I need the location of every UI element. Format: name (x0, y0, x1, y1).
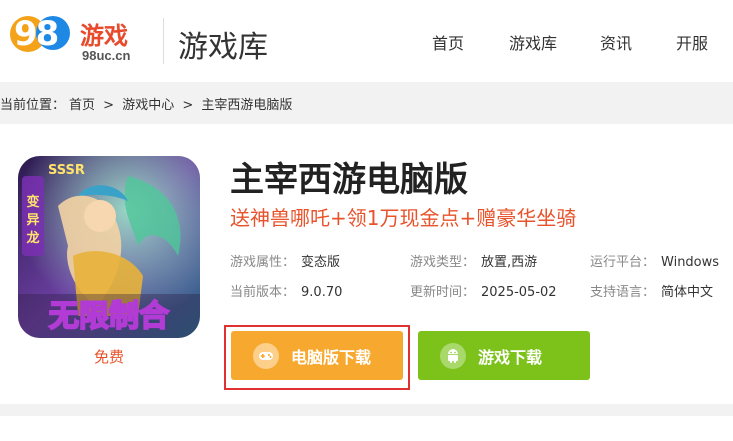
game-download-label: 游戏下载 (478, 347, 543, 367)
pc-download-button[interactable]: 电脑版下载 (231, 331, 403, 380)
logo-domain: 98uc.cn (82, 48, 131, 63)
breadcrumb-separator: > (103, 98, 115, 113)
site-logo[interactable]: 98 游戏 98uc.cn (10, 10, 145, 70)
info-updated: 更新时间： 2025-05-02 (410, 281, 557, 300)
svg-text:异: 异 (26, 213, 39, 228)
site-title[interactable]: 游戏库 (178, 22, 268, 66)
logo-name: 游戏 (80, 22, 128, 50)
header-divider (163, 18, 164, 64)
next-section (0, 416, 733, 441)
nav-item-home[interactable]: 首页 (432, 30, 464, 54)
pc-download-label: 电脑版下载 (291, 347, 372, 367)
info-version-value: 9.0.70 (301, 285, 343, 300)
logo-number: 98 (14, 14, 59, 54)
breadcrumb: 当前位置： 首页 > 游戏中心 > 主宰西游电脑版 (0, 94, 292, 113)
android-icon (440, 342, 466, 369)
nav-item-server[interactable]: 开服 (676, 30, 708, 54)
breadcrumb-item-game-center[interactable]: 游戏中心 (122, 98, 174, 113)
game-title: 主宰西游电脑版 (230, 160, 468, 200)
info-attribute: 游戏属性： 变态版 (230, 251, 340, 270)
breadcrumb-item-current[interactable]: 主宰西游电脑版 (201, 98, 292, 113)
cover-text: 无限制合 (49, 299, 169, 334)
breadcrumb-separator: > (182, 98, 194, 113)
breadcrumb-prefix: 当前位置： (0, 98, 66, 113)
info-attribute-value: 变态版 (301, 255, 341, 270)
info-platform: 运行平台： Windows (590, 251, 719, 270)
game-download-button[interactable]: 游戏下载 (418, 331, 590, 380)
nav-item-news[interactable]: 资讯 (600, 30, 632, 54)
breadcrumb-item-home[interactable]: 首页 (69, 98, 95, 113)
info-language: 支持语言： 简体中文 (590, 281, 713, 300)
info-language-value: 简体中文 (661, 285, 714, 300)
info-platform-key: 运行平台： (590, 255, 656, 270)
info-type-key: 游戏类型： (410, 255, 476, 270)
nav-item-game-library[interactable]: 游戏库 (509, 30, 557, 54)
game-detail-card: 变 异 龙 SSSR 无限制合 免费 主宰西游电脑版 送神兽哪吒+领1万现金点+… (0, 124, 733, 404)
info-type: 游戏类型： 放置,西游 (410, 251, 537, 270)
game-cover-art: 变 异 龙 SSSR 无限制合 (18, 156, 200, 338)
gamepad-icon (253, 342, 279, 369)
svg-text:龙: 龙 (26, 230, 39, 246)
info-language-key: 支持语言： (590, 285, 656, 300)
info-updated-key: 更新时间： (410, 285, 476, 300)
info-version-key: 当前版本： (230, 285, 296, 300)
info-updated-value: 2025-05-02 (481, 285, 557, 300)
site-header: 98 游戏 98uc.cn 游戏库 首页 游戏库 资讯 开服 (0, 0, 733, 82)
info-version: 当前版本： 9.0.70 (230, 281, 342, 300)
game-cover-icon[interactable]: 变 异 龙 SSSR 无限制合 (18, 156, 200, 338)
svg-text:变: 变 (26, 194, 39, 210)
svg-text:SSSR: SSSR (48, 163, 85, 178)
info-type-value: 放置,西游 (481, 255, 538, 270)
info-platform-value: Windows (661, 255, 720, 270)
price-label: 免费 (94, 348, 125, 366)
game-promo: 送神兽哪吒+领1万现金点+赠豪华坐骑 (230, 206, 577, 230)
info-attribute-key: 游戏属性： (230, 255, 296, 270)
